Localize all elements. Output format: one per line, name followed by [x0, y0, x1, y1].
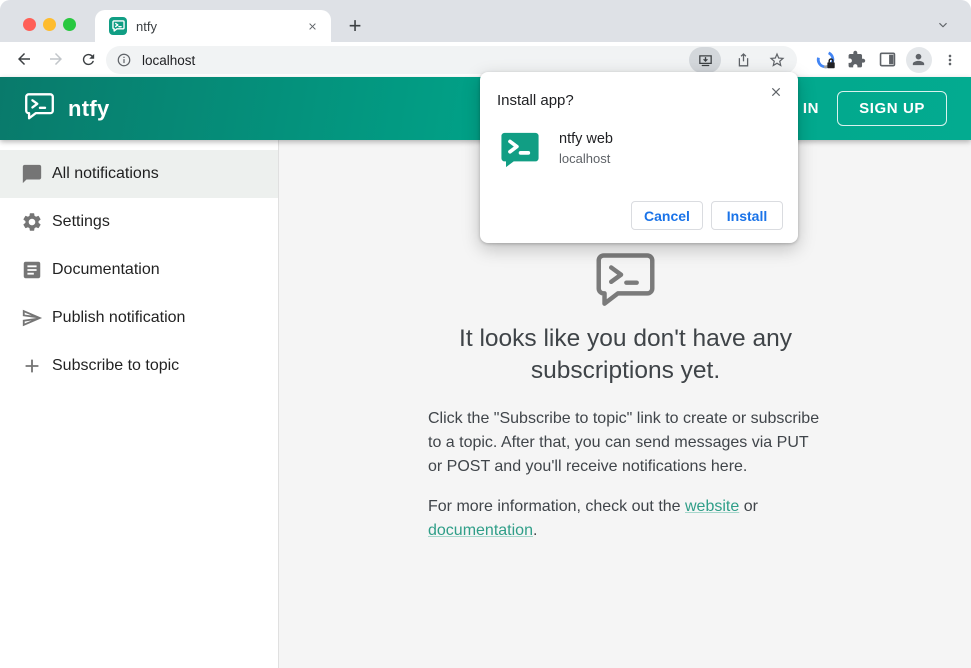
- password-manager-extension-icon[interactable]: [810, 44, 841, 75]
- sidebar-item-publish-notification[interactable]: Publish notification: [0, 294, 278, 342]
- extensions-puzzle-icon[interactable]: [841, 44, 872, 75]
- gear-icon: [20, 210, 44, 234]
- profile-avatar[interactable]: [903, 44, 934, 75]
- empty-subscriptions-state: It looks like you don't have any subscri…: [428, 251, 823, 543]
- ntfy-bubble-icon: [594, 253, 657, 313]
- article-icon: [20, 258, 44, 282]
- bookmark-star-icon[interactable]: [763, 46, 791, 74]
- share-icon[interactable]: [729, 46, 757, 74]
- sidebar-item-subscribe-to-topic[interactable]: Subscribe to topic: [0, 342, 278, 390]
- window-zoom-button[interactable]: [63, 18, 76, 31]
- sign-up-button[interactable]: SIGN UP: [837, 91, 947, 126]
- sidebar-item-label: Settings: [52, 213, 110, 230]
- plus-icon: [20, 354, 44, 378]
- install-app-icon[interactable]: [689, 47, 721, 73]
- sidebar-item-label: All notifications: [52, 165, 159, 182]
- tab-close-icon[interactable]: [303, 17, 321, 35]
- sidebar-item-label: Publish notification: [52, 309, 186, 326]
- sidebar-item-documentation[interactable]: Documentation: [0, 246, 278, 294]
- tab-title: ntfy: [136, 18, 157, 34]
- tab-search-chevron-icon[interactable]: [931, 13, 955, 37]
- window-close-button[interactable]: [23, 18, 36, 31]
- install-button[interactable]: Install: [711, 201, 783, 230]
- dialog-title: Install app?: [497, 92, 574, 109]
- sidebar-item-settings[interactable]: Settings: [0, 198, 278, 246]
- website-link[interactable]: website: [685, 498, 739, 515]
- forward-icon[interactable]: [40, 43, 72, 75]
- chat-icon: [20, 162, 44, 186]
- documentation-link[interactable]: documentation: [428, 522, 533, 539]
- address-bar[interactable]: localhost: [106, 46, 797, 74]
- empty-state-heading: It looks like you don't have any subscri…: [459, 325, 792, 384]
- toolbar-extensions-area: [810, 42, 965, 77]
- browser-menu-kebab-icon[interactable]: [934, 44, 965, 75]
- url-text[interactable]: localhost: [142, 53, 689, 68]
- empty-state-paragraph: Click the "Subscribe to topic" link to c…: [428, 410, 820, 475]
- brand-name: ntfy: [68, 95, 110, 121]
- install-app-dialog: Install app? ntfy web localhost Cancel I…: [480, 72, 798, 243]
- window-minimize-button[interactable]: [43, 18, 56, 31]
- cancel-button[interactable]: Cancel: [631, 201, 703, 230]
- send-icon: [20, 306, 44, 330]
- ntfy-favicon-icon: [109, 17, 127, 35]
- back-icon[interactable]: [8, 43, 40, 75]
- dialog-close-icon[interactable]: [766, 82, 786, 102]
- dialog-app-name: ntfy web: [559, 131, 613, 147]
- ntfy-app-icon: [500, 131, 540, 174]
- side-panel-icon[interactable]: [872, 44, 903, 75]
- new-tab-button[interactable]: +: [340, 11, 370, 41]
- reload-icon[interactable]: [72, 43, 104, 75]
- browser-tab-ntfy[interactable]: ntfy: [95, 10, 331, 42]
- empty-state-more-info: For more information, check out the webs…: [428, 498, 758, 539]
- sidebar-item-label: Documentation: [52, 261, 160, 278]
- site-info-icon[interactable]: [115, 51, 133, 69]
- dialog-app-origin: localhost: [559, 151, 611, 166]
- browser-window: ntfy + localhost ntfy IN SIGN UP All not…: [0, 0, 971, 668]
- sidebar-item-all-notifications[interactable]: All notifications: [0, 150, 278, 198]
- tab-strip: ntfy +: [0, 0, 971, 42]
- sidebar-item-label: Subscribe to topic: [52, 357, 180, 374]
- ntfy-logo-icon: [24, 92, 55, 126]
- sidebar-nav: All notifications Settings Documentation…: [0, 140, 279, 668]
